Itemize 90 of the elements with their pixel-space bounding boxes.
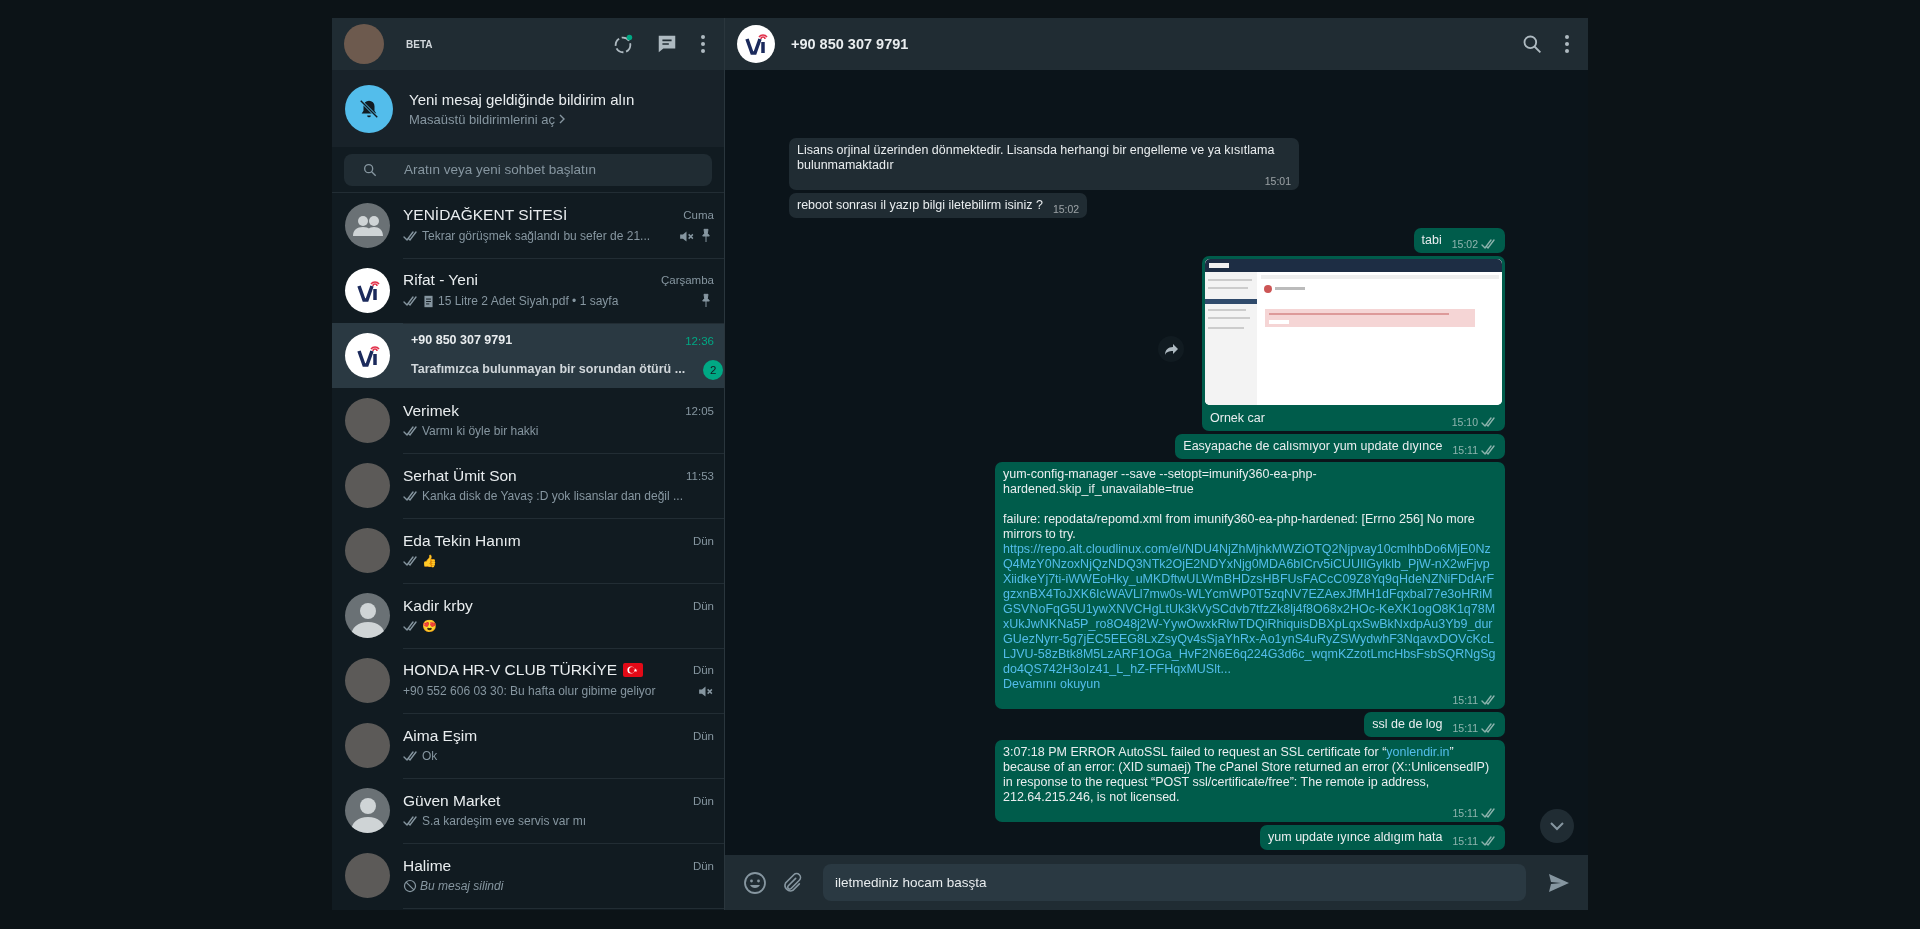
forward-button[interactable] xyxy=(1158,336,1184,362)
chat-name: Rifat - Yeni xyxy=(403,271,478,289)
enable-notifications-link[interactable]: Masaüstü bildirimlerini aç xyxy=(409,111,635,127)
message-time: 15:02 xyxy=(1451,238,1478,250)
chat-list-item[interactable]: Rifat - Yeni Çarşamba 15 Litre 2 Adet Siyah.pdf • 1 sayfa xyxy=(332,258,724,323)
beta-label: BETA xyxy=(406,38,434,50)
chat-name: Serhat Ümit Son xyxy=(403,467,517,485)
chat-list-item[interactable]: Verimek 12:05 Varmı ki öyle bir hakki xyxy=(332,388,724,453)
attach-button[interactable] xyxy=(781,871,803,894)
scroll-down-button[interactable] xyxy=(1540,809,1574,843)
chat-preview: 15 Litre 2 Adet Siyah.pdf • 1 sayfa xyxy=(438,294,619,308)
chat-preview: Ok xyxy=(422,749,438,763)
new-chat-button[interactable] xyxy=(656,33,678,55)
message-text: tabi xyxy=(1421,233,1442,248)
chat-list-item[interactable]: Kadir krby Dün 😍 xyxy=(332,583,724,648)
chat-time: Cuma xyxy=(682,208,714,221)
chat-list-item[interactable]: Serhat Ümit Son 11:53 Kanka disk de Yavaş :D yok lisanslar dan değil ... xyxy=(332,453,724,518)
message-text: Easyapache de calısmıyor yum update dıyınce xyxy=(1183,439,1443,454)
chat-name: Eda Tekin Hanım xyxy=(403,532,521,550)
chat-name: HONDA HR-V CLUB TÜRKİYE xyxy=(403,660,618,679)
unread-count-badge: 2 xyxy=(703,359,724,380)
emoji-button[interactable] xyxy=(743,870,767,895)
chat-name: +90 850 307 9791 xyxy=(410,332,514,349)
chat-name: Güven Market xyxy=(403,792,501,810)
message-text: Lisans orjinal üzerinden dönmektedir. Lisansda herhangi bir engelleme ve ya kısıtlama bulunmamaktadır xyxy=(797,143,1276,173)
chat-time: 12:36 xyxy=(684,334,714,347)
message-text: yum-config-manager --save --setopt=imunify360-ea-php-hardened.skip_if_unavailable=true xyxy=(1003,467,1318,497)
bell-off-icon xyxy=(345,84,393,133)
chevron-down-icon xyxy=(1549,821,1565,831)
chat-time: Dün xyxy=(691,535,714,547)
chat-time: Dün xyxy=(691,860,714,872)
chat-list-item[interactable]: HONDA HR-V CLUB TÜRKİYE Dün +90 552 606 03 30: Bu hafta olur gibime geliyor xyxy=(332,648,724,713)
message-time: 15:11 xyxy=(1452,694,1478,706)
chat-time: Dün xyxy=(691,663,714,676)
message-time: 15:01 xyxy=(1264,175,1291,187)
chat-time: 12:05 xyxy=(684,405,714,417)
chat-name: Verimek xyxy=(403,402,459,420)
chat-preview: Tarafımızca bulunmayan bir sorundan ötürü ... xyxy=(410,361,687,378)
message-text: 3:07:18 PM ERROR AutoSSL failed to request an SSL certificate for “yonlendir.in” because of an error: (XID sumaej) The cPanel Store returned an error (X::UnlicensedIP) in response to the request “POST ssl/certificate/free”: The remote ip address, 212.64.215.246, is not licensed. xyxy=(1003,745,1491,805)
message-time: 15:11 xyxy=(1452,444,1478,456)
message-link[interactable]: yonlendir.in xyxy=(1386,745,1450,759)
chat-list-item[interactable]: Eda Tekin Hanım Dün 👍 xyxy=(332,518,724,583)
url-link[interactable]: https://repo.alt.cloudlinux.com/el/NDU4NjZhMjhkMWZiOTQ2Njpvay10cmlhbDo6MjE0NzQ4MzY0NzoxNjQzNDQ3NTk2OjE2NDYxNjg0MDA6bICrv5iCUUIlGylklb_PjW-nX2wFjvpXiidkeYj7ti-iWWEoHky_uMKDftwULWmBHDzsHBFUsFACcC09Z8Yq9qHdeNZNiFDdArFgzxnBX4ToJXK6IcWAVLl7mw0s-WLYcmWP0T5zqNV7EZAexJfMH1dFqxbal77e3oHRiMGSVNoFqG5U1ywXNVCHgLtUk3kVySCdvb7tfzZk8lj4f8O68x2HOc-KeXK1ogO8K1q78MxUkJwNKNa5P_ro8O48j2W-YywOwxkRlwTDQiRhiquisDBXpLqxSwBkNxdpAu3Yb9_durGUezNyrr-5g7jEC5EEG8LxZsyQv4sSjaYhRx-Ao1ynS4uRyZSWydwhF3NqavxDOVcKcLLJVU-58zBtk8M5LzARF1OGa_HvF2N6E6q224G3d6c_wqmKZzotLmcHbsFsbSQRNgSgdo4QS742H3oIz41_L_hZ-FFHqxMUSlt... xyxy=(1003,542,1497,677)
chat-preview: 😍 xyxy=(422,619,437,633)
chat-preview: Bu mesaj silindi xyxy=(420,879,504,893)
document-icon xyxy=(422,294,435,308)
forward-arrow-icon xyxy=(1163,342,1179,356)
chat-time: Dün xyxy=(691,795,714,807)
chat-name: Halime xyxy=(403,857,452,875)
chat-preview: +90 552 606 03 30: Bu hafta olur gibime geliyor xyxy=(403,684,656,698)
search-button[interactable] xyxy=(1522,34,1542,54)
chat-name: Kadir krby xyxy=(403,597,473,615)
status-button[interactable] xyxy=(612,33,634,55)
message-text: yum update ıyınce aldıgım hata xyxy=(1268,830,1443,845)
read-more-link[interactable]: Devamını okuyun xyxy=(1003,677,1101,692)
send-button[interactable] xyxy=(1548,872,1570,893)
ban-icon xyxy=(403,879,417,893)
image-caption: Ornek car xyxy=(1209,410,1265,426)
chat-list-item[interactable]: Güven Market Dün S.a kardeşim eve servis var mı xyxy=(332,778,724,843)
chat-preview: S.a kardeşim eve servis var mı xyxy=(422,814,587,828)
screenshot-thumbnail-drawing[interactable] xyxy=(1205,259,1502,405)
message-time: 15:11 xyxy=(1452,835,1478,847)
message-time: 15:02 xyxy=(1052,203,1080,215)
chat-list-item[interactable]: Halime Dün Bu mesaj silindi xyxy=(332,843,724,908)
menu-button[interactable] xyxy=(1564,34,1570,54)
chat-list-item[interactable]: YENİDAĞKENT SİTESİ Cuma Tekrar görüşmek sağlandı bu sefer de 21... xyxy=(332,193,724,258)
message-time: 15:11 xyxy=(1452,807,1478,819)
chat-time: Çarşamba xyxy=(659,274,714,286)
menu-button[interactable] xyxy=(700,34,706,54)
chat-preview: Tekrar görüşmek sağlandı bu sefer de 21... xyxy=(422,229,651,243)
message-time: 15:10 xyxy=(1451,416,1478,428)
chat-list-item[interactable]: Aima Eşim Dün Ok xyxy=(332,713,724,778)
chat-time: Dün xyxy=(691,730,714,742)
chat-time: Dün xyxy=(691,600,714,612)
search-icon xyxy=(362,161,378,178)
chat-list-item[interactable]: +90 850 307 9791 12:36 Tarafımızca bulunmayan bir sorundan ötürü ... 2 xyxy=(332,323,724,388)
chat-name: Aima Eşim xyxy=(403,727,478,745)
message-text: failure: repodata/repomd.xml from imunify360-ea-php-hardened: [Errno 256] No more mirrors to try. xyxy=(1003,512,1476,542)
search-field[interactable]: Aratın veya yeni sohbet başlatın xyxy=(344,153,712,186)
chat-preview: 👍 xyxy=(422,554,437,568)
chat-preview: Kanka disk de Yavaş :D yok lisanslar dan değil ... xyxy=(422,489,684,503)
chat-name: YENİDAĞKENT SİTESİ xyxy=(403,205,568,224)
chat-time: 11:53 xyxy=(685,470,714,482)
message-input[interactable]: iletmediniz hocam basşta xyxy=(823,864,1526,901)
chevron-right-icon xyxy=(557,114,566,124)
message-text: reboot sonrası il yazıp bilgi iletebilirm isiniz ? xyxy=(797,198,1043,213)
chat-preview: Varmı ki öyle bir hakki xyxy=(422,424,539,438)
notice-title: Yeni mesaj geldiğinde bildirim alın xyxy=(409,90,635,108)
message-time: 15:11 xyxy=(1452,722,1478,734)
message-text: ssl de de log xyxy=(1372,717,1443,732)
